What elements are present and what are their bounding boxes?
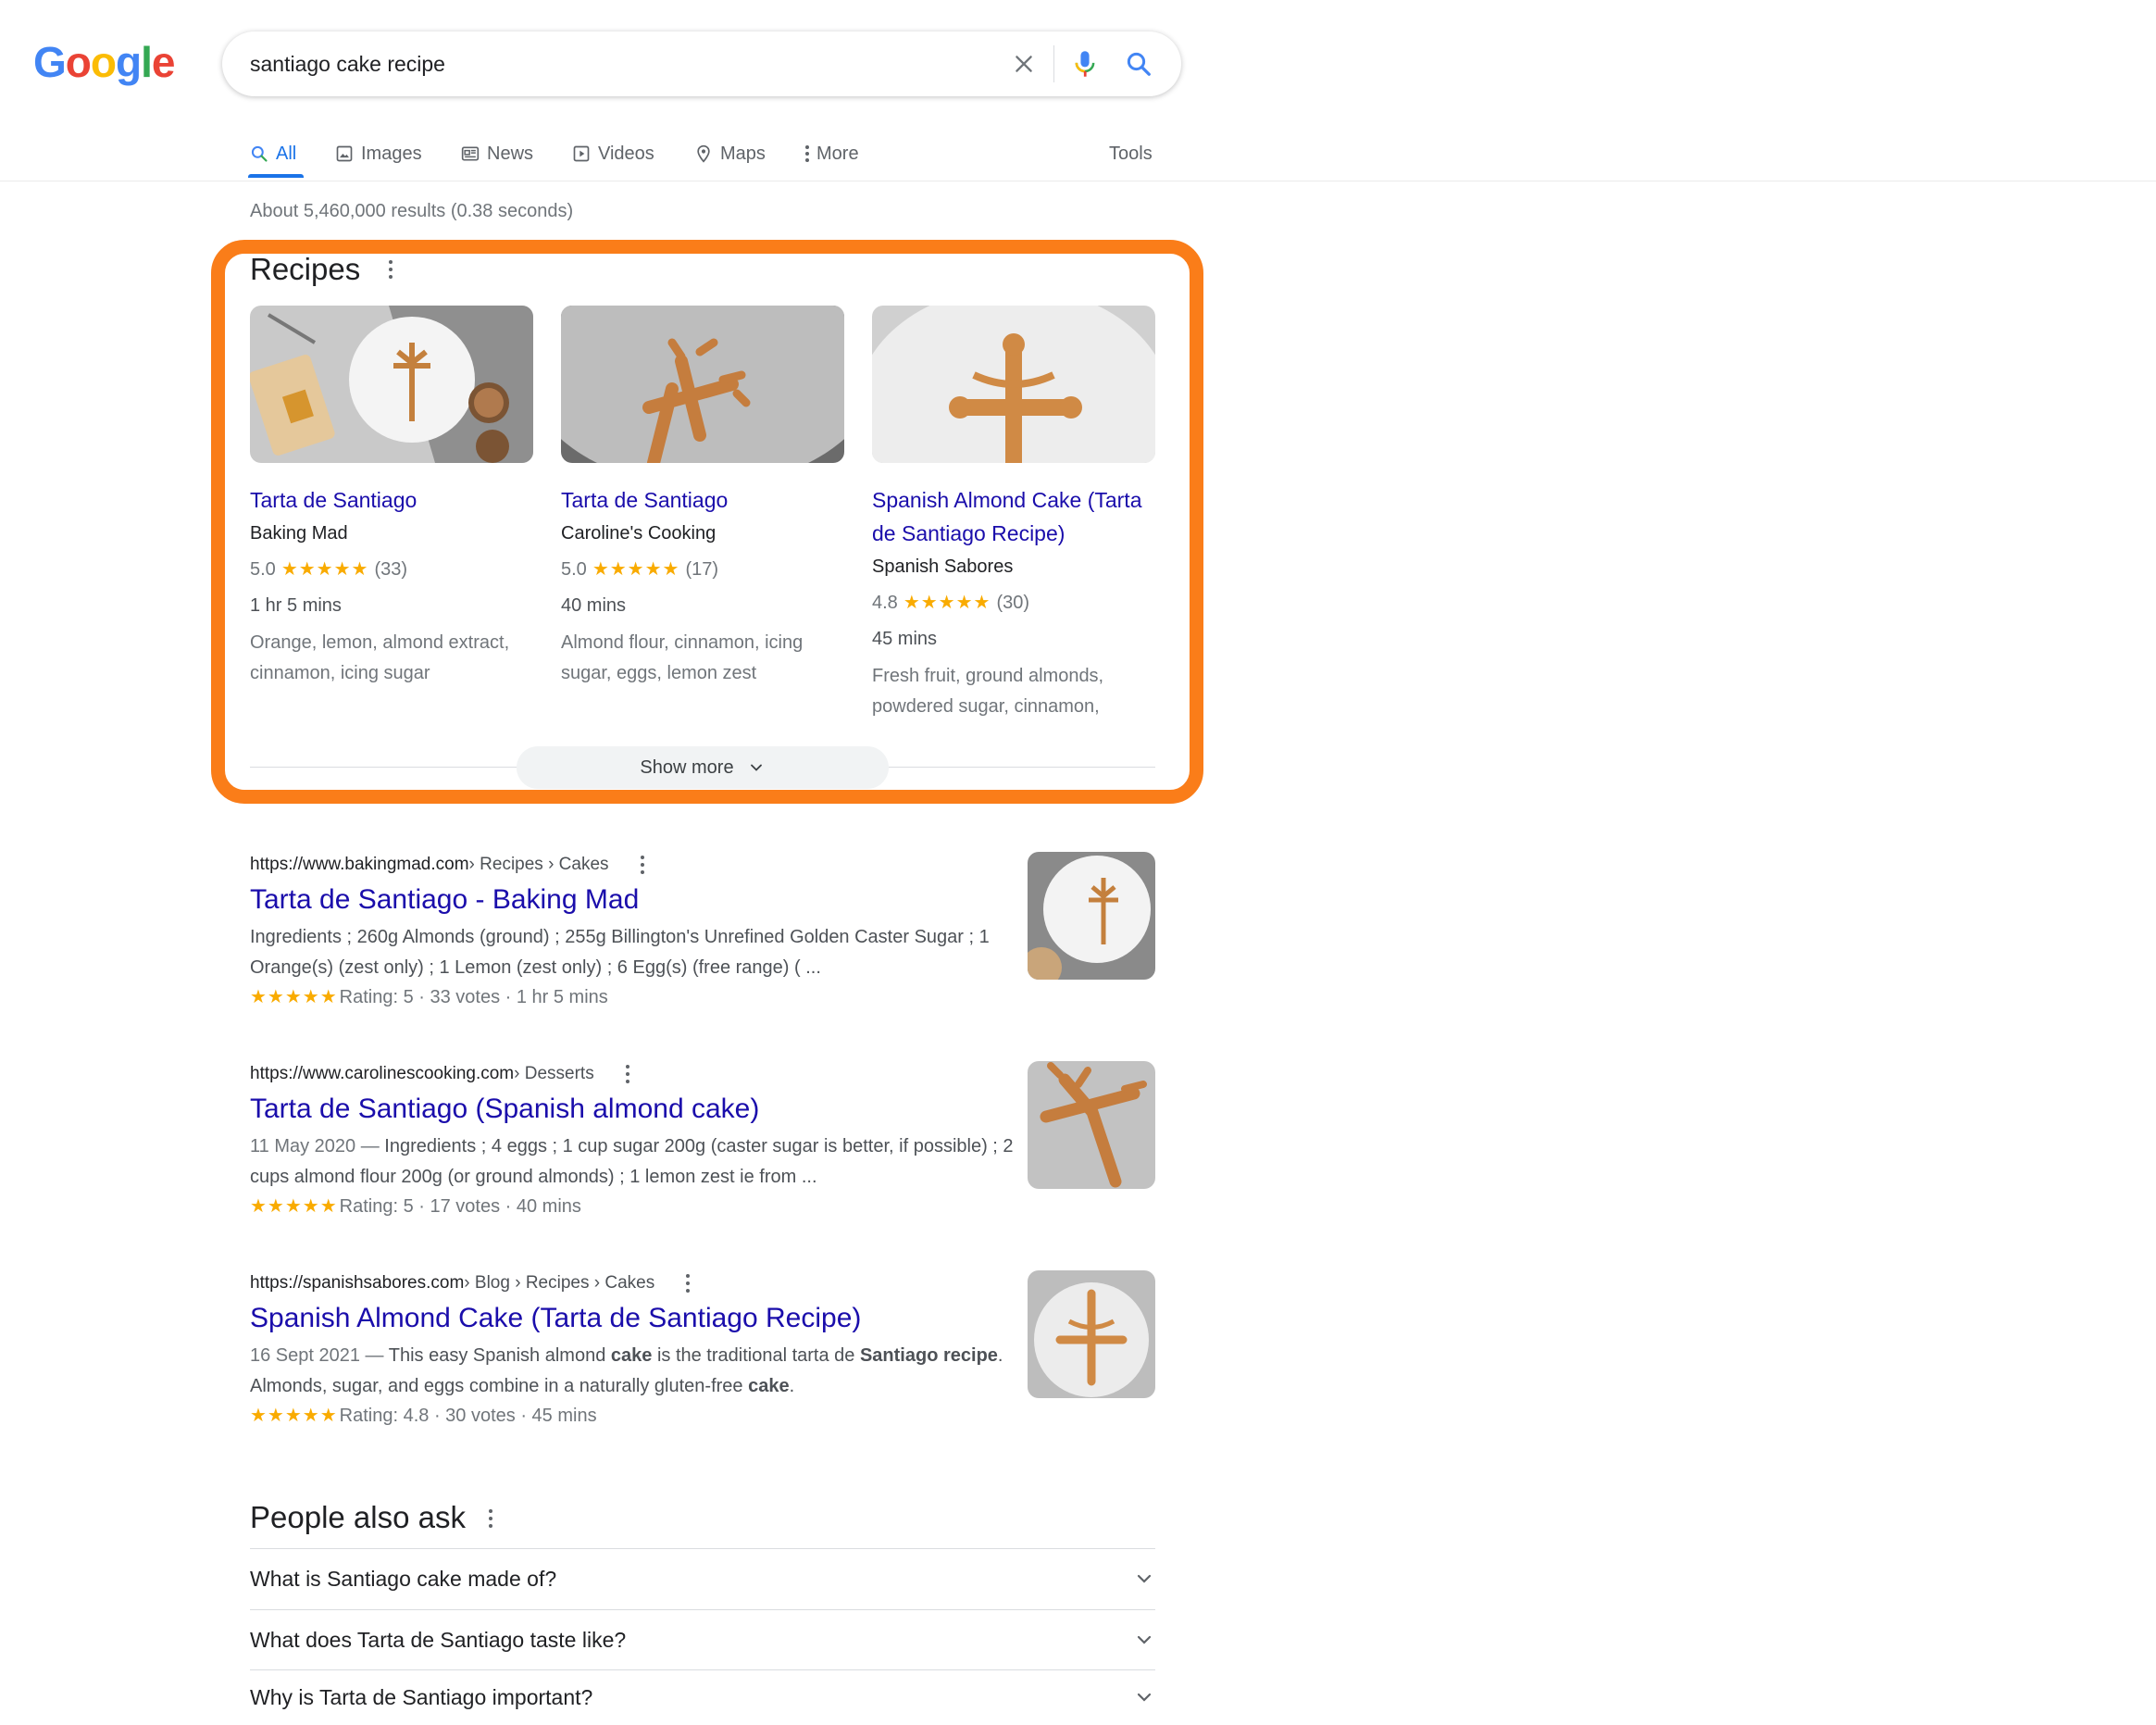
star-rating-icon: ★★★★★ <box>250 1196 338 1217</box>
paa-options-icon[interactable] <box>487 1509 494 1528</box>
recipe-rating: 5.0 ★★★★★ (33) <box>250 559 408 580</box>
recipe-image <box>561 306 844 463</box>
clear-icon[interactable] <box>1007 47 1041 81</box>
result-rating: ★★★★★ Rating: 4.8 · 30 votes · 45 mins <box>250 1402 1157 1430</box>
result-url[interactable]: https://www.carolinescooking.com › Desse… <box>250 1061 1157 1087</box>
recipe-rating: 4.8 ★★★★★ (30) <box>872 593 1030 613</box>
result-title[interactable]: Tarta de Santiago (Spanish almond cake) <box>250 1091 1157 1128</box>
result-thumbnail[interactable] <box>1028 1061 1155 1189</box>
result-url[interactable]: https://spanishsabores.com › Blog › Reci… <box>250 1270 1157 1296</box>
recipe-rating: 5.0 ★★★★★ (17) <box>561 559 719 580</box>
result-thumbnail[interactable] <box>1028 852 1155 980</box>
show-more-button[interactable]: Show more <box>517 746 889 789</box>
result-snippet: 11 May 2020 — Ingredients ; 4 eggs ; 1 c… <box>250 1136 1014 1187</box>
active-tab-indicator <box>248 174 304 178</box>
chevron-down-icon <box>1137 1635 1152 1644</box>
recipe-ingredients: Orange, lemon, almond extract, cinnamon,… <box>250 632 510 683</box>
search-result: https://spanishsabores.com › Blog › Reci… <box>250 1270 1157 1430</box>
tab-images[interactable]: Images <box>335 137 422 170</box>
recipe-title[interactable]: Tarta de Santiago <box>561 483 844 517</box>
search-icon <box>251 145 268 162</box>
result-rating: ★★★★★ Rating: 5 · 17 votes · 40 mins <box>250 1193 1157 1220</box>
result-title[interactable]: Tarta de Santiago - Baking Mad <box>250 881 1157 919</box>
search-bar <box>222 31 1181 96</box>
recipe-card[interactable]: Tarta de Santiago Caroline's Cooking 5.0… <box>561 306 844 689</box>
result-thumbnail[interactable] <box>1028 1270 1155 1398</box>
newspaper-icon <box>461 146 480 161</box>
show-more-rule <box>250 767 518 768</box>
paa-question[interactable]: Why is Tarta de Santiago important? <box>250 1669 1155 1724</box>
recipe-time: 40 mins <box>561 595 627 616</box>
result-options-icon[interactable] <box>639 856 646 874</box>
search-icon[interactable] <box>1122 47 1155 81</box>
result-options-icon[interactable] <box>684 1274 692 1293</box>
recipe-card[interactable]: Spanish Almond Cake (Tarta de Santiago R… <box>872 306 1155 722</box>
people-also-ask-heading: People also ask <box>250 1500 466 1534</box>
chevron-down-icon <box>1137 1574 1152 1583</box>
recipe-ingredients: Almond flour, cinnamon, icing sugar, egg… <box>561 632 804 683</box>
tab-all[interactable]: All <box>250 137 296 170</box>
search-result: https://www.carolinescooking.com › Desse… <box>250 1061 1157 1220</box>
recipe-ingredients: Fresh fruit, ground almonds, powdered su… <box>872 666 1104 717</box>
microphone-icon[interactable] <box>1068 47 1102 81</box>
result-options-icon[interactable] <box>624 1065 631 1083</box>
result-title[interactable]: Spanish Almond Cake (Tarta de Santiago R… <box>250 1300 1157 1337</box>
play-icon <box>573 145 590 162</box>
search-result: https://www.bakingmad.com › Recipes › Ca… <box>250 852 1157 1011</box>
image-icon <box>336 145 353 162</box>
chevron-down-icon <box>750 764 762 771</box>
result-snippet: Ingredients ; 260g Almonds (ground) ; 25… <box>250 927 990 978</box>
map-pin-icon <box>697 144 710 163</box>
tab-news[interactable]: News <box>461 137 533 170</box>
recipe-title[interactable]: Spanish Almond Cake (Tarta de Santiago R… <box>872 483 1155 550</box>
recipe-source: Spanish Sabores <box>872 556 1014 577</box>
recipe-time: 45 mins <box>872 629 938 649</box>
result-rating: ★★★★★ Rating: 5 · 33 votes · 1 hr 5 mins <box>250 983 1157 1011</box>
result-snippet: 16 Sept 2021 — This easy Spanish almond … <box>250 1345 1003 1396</box>
star-rating-icon: ★★★★★ <box>250 987 338 1007</box>
tab-videos[interactable]: Videos <box>572 137 654 170</box>
star-rating-icon: ★★★★★ <box>280 559 369 580</box>
star-rating-icon: ★★★★★ <box>592 559 680 580</box>
search-input[interactable] <box>250 45 972 82</box>
tab-maps[interactable]: Maps <box>694 137 766 170</box>
tab-tools[interactable]: Tools <box>1109 137 1153 170</box>
star-rating-icon: ★★★★★ <box>250 1406 338 1426</box>
recipes-heading: Recipes <box>250 252 361 286</box>
google-logo[interactable]: Google <box>33 41 175 83</box>
recipes-options-icon[interactable] <box>387 260 394 279</box>
paa-question[interactable]: What does Tarta de Santiago taste like? <box>250 1609 1155 1669</box>
search-divider <box>1053 45 1054 82</box>
recipe-image <box>872 306 1155 463</box>
recipe-title[interactable]: Tarta de Santiago <box>250 483 533 517</box>
result-url[interactable]: https://www.bakingmad.com › Recipes › Ca… <box>250 852 1157 878</box>
show-more-rule <box>889 767 1155 768</box>
result-stats: About 5,460,000 results (0.38 seconds) <box>250 201 574 221</box>
star-rating-icon: ★★★★★ <box>903 593 991 613</box>
chevron-down-icon <box>1137 1693 1152 1702</box>
recipe-card[interactable]: Tarta de Santiago Baking Mad 5.0 ★★★★★ (… <box>250 306 533 689</box>
recipe-source: Caroline's Cooking <box>561 523 717 544</box>
tab-more[interactable]: More <box>804 137 859 170</box>
kebab-icon <box>804 145 811 162</box>
paa-question[interactable]: What is Santiago cake made of? <box>250 1548 1155 1608</box>
recipe-image <box>250 306 533 463</box>
recipe-source: Baking Mad <box>250 523 348 544</box>
recipe-time: 1 hr 5 mins <box>250 595 342 616</box>
